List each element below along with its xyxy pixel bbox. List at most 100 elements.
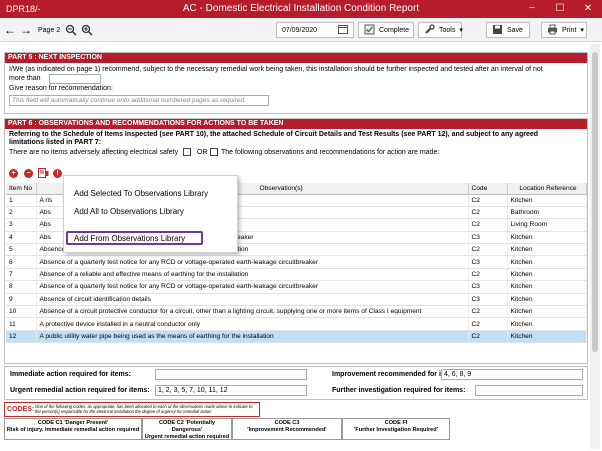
no-items-checkbox[interactable] xyxy=(183,148,191,156)
menu-add-from-library[interactable]: Add From Observations Library xyxy=(74,234,185,243)
remove-row-icon[interactable]: − xyxy=(24,169,33,178)
row-location[interactable]: Kitchen xyxy=(507,293,587,307)
table-row[interactable]: 7 Absence of a reliable and effective mea… xyxy=(6,268,587,282)
row-item-no[interactable]: 7 xyxy=(6,268,37,282)
column-header[interactable]: Item No xyxy=(6,183,37,195)
row-code[interactable]: C3 xyxy=(468,293,508,307)
menu-add-all[interactable]: Add All to Observations Library xyxy=(74,207,184,216)
row-location[interactable]: Living Room xyxy=(507,218,587,232)
row-item-no[interactable]: 5 xyxy=(6,243,37,257)
row-code[interactable]: C3 xyxy=(468,231,508,245)
save-label: Save xyxy=(507,26,523,34)
row-item-no[interactable]: 3 xyxy=(6,218,37,232)
row-code[interactable]: C2 xyxy=(468,206,508,220)
row-item-no[interactable]: 12 xyxy=(6,330,37,344)
row-code[interactable]: C3 xyxy=(468,255,508,269)
calendar-icon[interactable] xyxy=(338,24,348,36)
row-location[interactable]: Kitchen xyxy=(507,280,587,294)
urgent-input[interactable]: 1, 2, 3, 5, 7, 10, 11, 12 xyxy=(155,385,307,396)
row-observation[interactable]: Absence of circuit identification detail… xyxy=(36,293,469,307)
table-row[interactable]: 12 A public utility water pipe being used… xyxy=(6,330,587,344)
toolbar: ← → Page 2 07/09/2020 Complete Tools ▾ S… xyxy=(0,18,602,42)
close-button[interactable]: ✕ xyxy=(574,0,602,18)
row-item-no[interactable]: 6 xyxy=(6,255,37,269)
row-code[interactable]: C2 xyxy=(468,194,508,207)
save-icon xyxy=(492,24,503,37)
back-arrow-icon[interactable]: ← xyxy=(4,22,16,38)
row-item-no[interactable]: 10 xyxy=(6,305,37,319)
save-button[interactable]: Save xyxy=(486,22,530,38)
part6-intro2: limitations listed in PART 7: xyxy=(9,139,102,146)
chevron-down-icon: ▾ xyxy=(459,27,463,34)
print-label: Print xyxy=(562,26,577,34)
following-checkbox[interactable] xyxy=(210,148,218,156)
row-code[interactable]: C2 xyxy=(468,305,508,319)
row-item-no[interactable]: 4 xyxy=(6,231,37,245)
table-row[interactable]: 8 Absence of a quarterly test notice for … xyxy=(6,280,587,294)
column-header[interactable]: Code xyxy=(468,183,508,195)
forward-arrow-icon[interactable]: → xyxy=(20,22,32,38)
following-label: The following observations and recommend… xyxy=(221,149,440,156)
complete-icon xyxy=(364,24,375,37)
table-row[interactable]: 10 Absence of a circuit protective conduc… xyxy=(6,305,587,319)
tools-button[interactable]: Tools ▾ xyxy=(418,22,463,38)
zoom-in-icon[interactable] xyxy=(81,22,93,38)
column-header[interactable]: Location Reference xyxy=(507,183,587,195)
row-code[interactable]: C2 xyxy=(468,243,508,257)
code-fi-box: CODE FI 'Further Investigation Required' xyxy=(342,418,450,440)
row-location[interactable]: Kitchen xyxy=(507,268,587,282)
zoom-out-icon[interactable] xyxy=(65,22,77,38)
row-observation[interactable]: A protective device installed in a neutr… xyxy=(36,317,469,331)
codes-description: One of the following Codes, as appropria… xyxy=(35,404,253,414)
row-location[interactable]: Bathroom xyxy=(507,206,587,220)
context-menu: Add Selected To Observations Library Add… xyxy=(63,175,238,253)
code-fi-desc: 'Further Investigation Required' xyxy=(353,427,439,433)
row-item-no[interactable]: 11 xyxy=(6,317,37,331)
code-fi-title: CODE FI xyxy=(384,420,408,426)
part5-header: PART 5 : NEXT INSPECTION xyxy=(5,53,587,63)
further-input[interactable] xyxy=(475,385,583,396)
improvement-input[interactable]: 4, 6, 8, 9 xyxy=(441,369,583,380)
maximize-button[interactable]: ☐ xyxy=(546,0,574,18)
row-observation[interactable]: Absence of a reliable and effective mean… xyxy=(36,268,469,282)
scrollbar-thumb[interactable] xyxy=(592,52,598,352)
print-button[interactable]: Print ▾ xyxy=(541,22,587,38)
row-code[interactable]: C2 xyxy=(468,268,508,282)
row-location[interactable]: Kitchen xyxy=(507,317,587,331)
row-item-no[interactable]: 2 xyxy=(6,206,37,220)
row-observation[interactable]: A public utility water pipe being used a… xyxy=(36,330,469,344)
table-row[interactable]: 9 Absence of circuit identification detai… xyxy=(6,293,587,307)
row-item-no[interactable]: 8 xyxy=(6,280,37,294)
minimize-button[interactable]: − xyxy=(518,0,546,18)
table-row[interactable]: 11 A protective device installed in a neu… xyxy=(6,317,587,331)
window-title: AC - Domestic Electrical Installation Co… xyxy=(182,3,420,14)
library-icon[interactable] xyxy=(38,168,49,180)
row-location[interactable]: Kitchen xyxy=(507,231,587,245)
row-observation[interactable]: Absence of a quarterly test notice for a… xyxy=(36,280,469,294)
row-item-no[interactable]: 9 xyxy=(6,293,37,307)
vertical-scrollbar[interactable] xyxy=(590,44,600,449)
row-code[interactable]: C3 xyxy=(468,280,508,294)
date-picker[interactable]: 07/09/2020 xyxy=(276,22,354,38)
row-location[interactable]: Kitchen xyxy=(507,255,587,269)
interval-input[interactable] xyxy=(49,74,101,84)
row-code[interactable]: C2 xyxy=(468,218,508,232)
row-item-no[interactable]: 1 xyxy=(6,194,37,207)
row-location[interactable]: Kitchen xyxy=(507,194,587,207)
wrench-icon xyxy=(424,23,435,37)
row-observation[interactable]: Absence of a circuit protective conducto… xyxy=(36,305,469,319)
immediate-input[interactable] xyxy=(155,369,307,380)
row-code[interactable]: C2 xyxy=(468,317,508,331)
row-location[interactable]: Kitchen xyxy=(507,330,587,344)
row-observation[interactable]: Absence of a quarterly test notice for a… xyxy=(36,255,469,269)
row-code[interactable]: C2 xyxy=(468,330,508,344)
table-row[interactable]: 6 Absence of a quarterly test notice for … xyxy=(6,255,587,269)
reason-input[interactable]: This field will automatically continue o… xyxy=(9,95,269,106)
add-row-icon[interactable]: + xyxy=(9,169,18,178)
complete-button[interactable]: Complete xyxy=(358,22,414,38)
info-icon[interactable]: ! xyxy=(53,169,62,178)
menu-add-selected[interactable]: Add Selected To Observations Library xyxy=(74,189,208,198)
chevron-down-icon: ▾ xyxy=(580,27,584,34)
row-location[interactable]: Kitchen xyxy=(507,243,587,257)
row-location[interactable]: Kitchen xyxy=(507,305,587,319)
